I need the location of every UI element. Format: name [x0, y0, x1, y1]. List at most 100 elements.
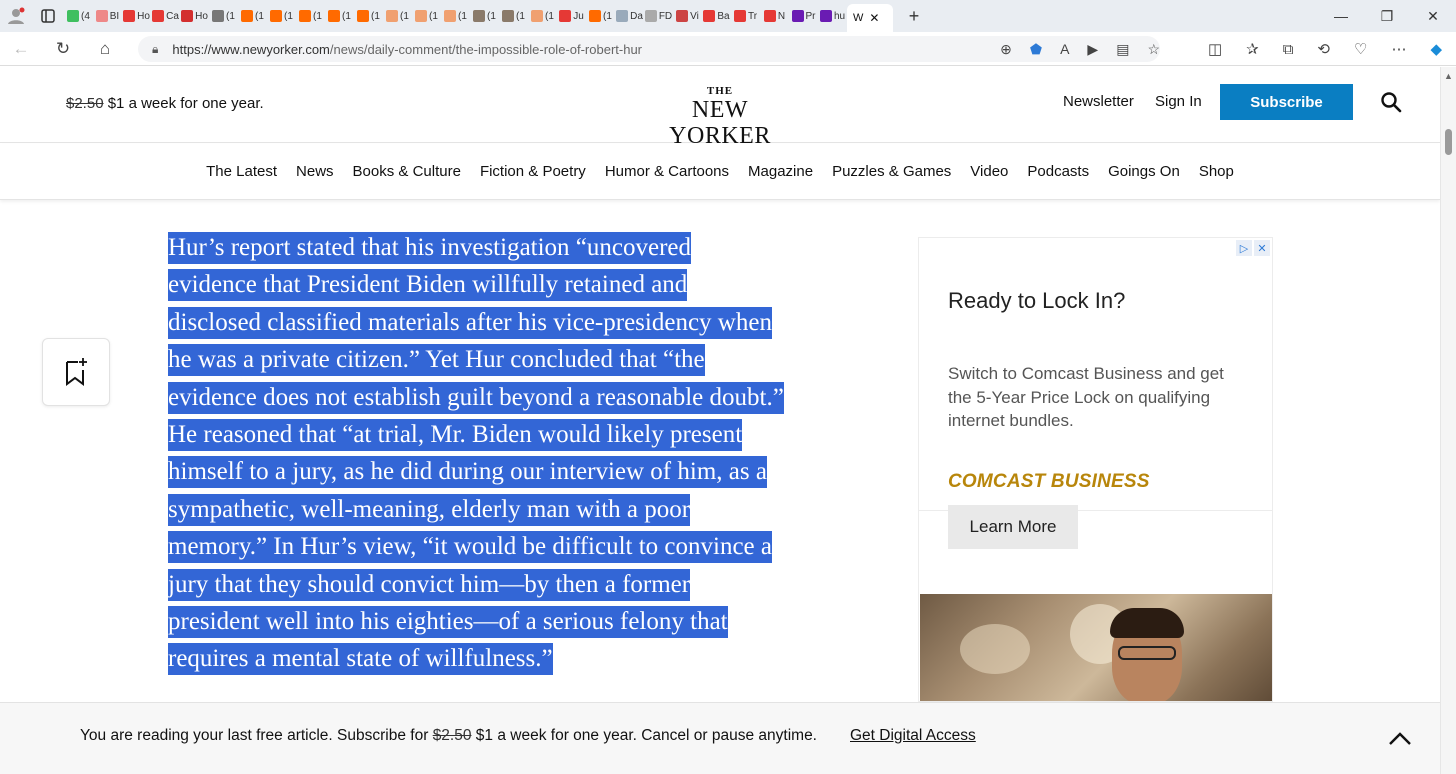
scrollbar-thumb[interactable]: [1445, 129, 1452, 155]
restore-icon[interactable]: ❐: [1364, 8, 1410, 25]
ad-photo[interactable]: [920, 594, 1272, 701]
new-tab-button[interactable]: +: [894, 4, 934, 28]
browser-tab[interactable]: (1: [471, 4, 498, 28]
article-line: jury that they should convict him—by the…: [168, 568, 691, 601]
refresh-icon[interactable]: ↻: [42, 39, 84, 59]
save-article-button[interactable]: [42, 338, 110, 406]
nav-item[interactable]: The Latest: [206, 163, 277, 180]
browser-tab[interactable]: Ho: [181, 4, 208, 28]
browser-tab[interactable]: Ba: [703, 4, 730, 28]
paywall-bar: You are reading your last free article. …: [0, 702, 1440, 774]
tab-label: (1: [284, 10, 293, 22]
browser-tab[interactable]: (1: [529, 4, 556, 28]
browser-tab[interactable]: BI: [94, 4, 121, 28]
nav-item[interactable]: Video: [970, 163, 1008, 180]
tab-label: (1: [603, 10, 612, 22]
minimize-icon[interactable]: —: [1318, 8, 1364, 24]
browser-tab[interactable]: (1: [500, 4, 527, 28]
favorite-star-icon[interactable]: ☆: [1147, 41, 1160, 58]
promo-text[interactable]: $2.50 $1 a week for one year.: [66, 95, 264, 112]
get-digital-access-link[interactable]: Get Digital Access: [850, 727, 976, 745]
browser-tab[interactable]: (1: [413, 4, 440, 28]
browser-tab[interactable]: Tr: [732, 4, 759, 28]
ad-close-icon[interactable]: ✕: [1254, 240, 1270, 256]
extension-shield-icon[interactable]: ⬟: [1030, 41, 1042, 58]
tab-label: (1: [226, 10, 235, 22]
collections-icon[interactable]: ⧉: [1283, 41, 1294, 58]
home-icon[interactable]: ⌂: [84, 39, 126, 59]
tab-close-icon[interactable]: ✕: [869, 11, 879, 25]
tab-active[interactable]: W ✕: [847, 4, 893, 32]
scroll-up-icon[interactable]: ▲: [1444, 71, 1453, 81]
logo-the: THE: [706, 85, 734, 97]
tab-actions-button[interactable]: [33, 4, 63, 28]
browser-tab[interactable]: Pr: [790, 4, 817, 28]
tab-favicon-icon: [152, 10, 165, 22]
sign-in-link[interactable]: Sign In: [1155, 93, 1202, 110]
favorites-icon[interactable]: ✰: [1246, 40, 1259, 58]
profile-avatar[interactable]: [1, 4, 31, 28]
browser-tab[interactable]: (4: [65, 4, 92, 28]
tab-favicon-icon: [357, 10, 370, 22]
nav-item[interactable]: Books & Culture: [353, 163, 461, 180]
browser-tab[interactable]: (1: [355, 4, 382, 28]
advertisement[interactable]: ▷ ✕ Ready to Lock In? Switch to Comcast …: [918, 237, 1273, 702]
browser-tab[interactable]: (1: [268, 4, 295, 28]
browser-tab[interactable]: (1: [326, 4, 353, 28]
tab-label: (1: [429, 10, 438, 22]
history-icon[interactable]: ⟲: [1317, 40, 1330, 58]
browser-tab[interactable]: hu: [819, 4, 846, 28]
nav-item[interactable]: Humor & Cartoons: [605, 163, 729, 180]
tab-favicon-icon: [181, 10, 194, 22]
subscribe-button[interactable]: Subscribe: [1220, 84, 1353, 120]
browser-tab[interactable]: N: [761, 4, 788, 28]
ad-choices-icon[interactable]: ▷: [1236, 240, 1252, 256]
read-aloud-icon[interactable]: A: [1060, 41, 1069, 57]
newsletter-link[interactable]: Newsletter: [1063, 93, 1134, 110]
nav-item[interactable]: Puzzles & Games: [832, 163, 951, 180]
tab-label: (1: [516, 10, 525, 22]
browser-tab[interactable]: (1: [587, 4, 614, 28]
browser-tab[interactable]: (1: [384, 4, 411, 28]
close-window-icon[interactable]: ✕: [1410, 8, 1456, 25]
site-logo[interactable]: THE NEW YORKER: [640, 85, 800, 149]
nav-item[interactable]: Podcasts: [1027, 163, 1089, 180]
browser-tab[interactable]: Ju: [558, 4, 585, 28]
browser-essentials-icon[interactable]: ♡: [1354, 40, 1367, 58]
browser-tab[interactable]: Da: [616, 4, 643, 28]
page-scrollbar[interactable]: ▲: [1440, 67, 1456, 774]
browser-tab[interactable]: Ho: [123, 4, 150, 28]
tab-favicon-icon: [502, 10, 515, 22]
browser-tab[interactable]: Ca: [152, 4, 179, 28]
tab-active-label: W: [853, 12, 864, 24]
browser-tab[interactable]: Vi: [674, 4, 701, 28]
reader-view-icon[interactable]: ▤: [1116, 41, 1129, 58]
browser-tab[interactable]: (1: [239, 4, 266, 28]
article-line: sympathetic, well-meaning, elderly man w…: [168, 493, 691, 526]
ad-learn-more-button[interactable]: Learn More: [948, 505, 1078, 549]
browser-tab[interactable]: (1: [442, 4, 469, 28]
copilot-icon[interactable]: ◆: [1430, 40, 1442, 58]
more-menu-icon[interactable]: ⋯: [1391, 40, 1406, 58]
chevron-up-icon[interactable]: [1386, 725, 1414, 753]
article-line: He reasoned that “at trial, Mr. Biden wo…: [168, 419, 743, 452]
tab-favicon-icon: [733, 10, 746, 22]
back-icon[interactable]: ←: [0, 39, 42, 59]
tab-favicon-icon: [270, 10, 283, 22]
browser-tab[interactable]: (1: [210, 4, 237, 28]
main-navigation: The Latest News Books & Culture Fiction & P…: [0, 144, 1440, 200]
split-screen-icon[interactable]: ◫: [1208, 40, 1222, 58]
nav-item[interactable]: News: [296, 163, 334, 180]
browser-tab[interactable]: FD: [645, 4, 672, 28]
nav-item[interactable]: Shop: [1199, 163, 1234, 180]
search-icon[interactable]: [1380, 91, 1402, 113]
zoom-icon[interactable]: ⊕: [1000, 41, 1012, 58]
ad-choices[interactable]: ▷ ✕: [1236, 240, 1270, 256]
browser-tab[interactable]: (1: [297, 4, 324, 28]
nav-item[interactable]: Magazine: [748, 163, 813, 180]
app-icon[interactable]: ▶: [1087, 41, 1098, 58]
nav-item[interactable]: Goings On: [1108, 163, 1180, 180]
nav-item[interactable]: Fiction & Poetry: [480, 163, 586, 180]
promo-offer: $1 a week for one year.: [107, 95, 264, 112]
window-controls: — ❐ ✕: [1318, 0, 1456, 32]
